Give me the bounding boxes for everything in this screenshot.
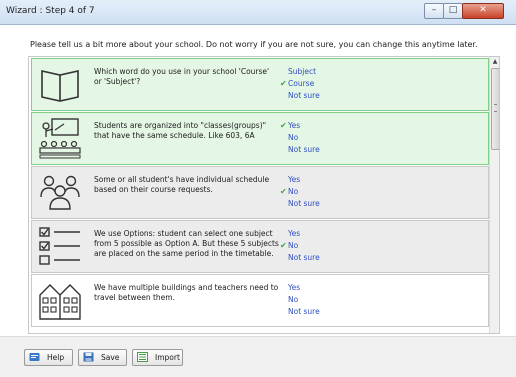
question-text: Some or all student's have individual sc… [94,175,270,194]
checklist-icon [38,225,82,267]
import-label: Import [155,353,180,362]
question-text: We have multiple buildings and teachers … [94,283,279,302]
answer-option[interactable]: No [280,295,298,304]
answer-option[interactable]: Not sure [280,307,320,316]
classroom-icon [38,117,82,159]
answer-option-label: Subject [288,67,317,76]
answer-option-label: Not sure [288,91,320,100]
question-row: We have multiple buildings and teachers … [31,274,489,327]
minimize-button[interactable]: – [424,3,444,19]
question-text: We use Options: student can select one s… [94,229,279,258]
import-icon [137,352,148,362]
answer-option-label: Not sure [288,253,320,262]
question-text: Which word do you use in your school 'Co… [94,67,270,86]
save-label: Save [101,353,120,362]
answer-option[interactable]: ✔No [280,187,298,196]
window-title: Wizard : Step 4 of 7 [6,6,95,16]
title-bar: Wizard : Step 4 of 7 – □ ✕ [0,0,516,25]
answer-option[interactable]: ✔No [280,241,298,250]
questions-panel: Which word do you use in your school 'Co… [28,56,500,334]
checkmark-icon: ✔ [280,121,287,130]
question-row: Which word do you use in your school 'Co… [31,58,489,111]
wizard-window: Wizard : Step 4 of 7 – □ ✕ Please tell u… [0,0,516,377]
answer-option-label: No [288,187,299,196]
answer-option[interactable]: Yes [280,229,300,238]
answer-option[interactable]: Subject [280,67,316,76]
book-icon [38,63,82,105]
answer-option[interactable]: No [280,133,298,142]
question-text: Students are organized into "classes(gro… [94,121,267,140]
answer-option-label: Not sure [288,199,320,208]
checkmark-icon: ✔ [280,187,287,196]
checkmark-icon: ✔ [280,79,287,88]
answer-option-label: Course [288,79,315,88]
answer-option[interactable]: ✔Course [280,79,314,88]
help-button[interactable]: Help [24,349,73,366]
answer-option-label: No [288,295,299,304]
vertical-scrollbar[interactable]: ▲ [489,57,499,333]
answer-option-label: Not sure [288,307,320,316]
help-icon [29,353,40,361]
import-button[interactable]: Import [132,349,183,366]
answer-option-label: No [288,133,299,142]
scrollbar-thumb[interactable] [491,68,499,150]
answer-option-label: Yes [288,175,301,184]
save-button[interactable]: Save [78,349,127,366]
question-row: We use Options: student can select one s… [31,220,489,273]
answer-option[interactable]: Not sure [280,199,320,208]
answer-option-label: Yes [288,121,301,130]
answer-option-label: Yes [288,283,301,292]
close-button[interactable]: ✕ [462,3,504,19]
scroll-up-arrow-icon[interactable]: ▲ [490,57,499,67]
answer-option[interactable]: ✔Yes [280,121,300,130]
question-row: Students are organized into "classes(gro… [31,112,489,165]
grip-icon [494,104,497,112]
intro-text: Please tell us a bit more about your sch… [30,40,478,49]
answer-option[interactable]: Not sure [280,91,320,100]
answer-option-label: No [288,241,299,250]
group-icon [38,171,82,213]
answer-option[interactable]: Yes [280,175,300,184]
buildings-icon [38,279,82,321]
answer-option-label: Yes [288,229,301,238]
footer-bar: Help Save Import [0,336,516,377]
answer-option[interactable]: Not sure [280,145,320,154]
answer-option[interactable]: Not sure [280,253,320,262]
save-icon [83,352,94,362]
answer-option-label: Not sure [288,145,320,154]
maximize-button[interactable]: □ [443,3,463,19]
question-row: Some or all student's have individual sc… [31,166,489,219]
checkmark-icon: ✔ [280,241,287,250]
answer-option[interactable]: Yes [280,283,300,292]
help-label: Help [47,353,65,362]
